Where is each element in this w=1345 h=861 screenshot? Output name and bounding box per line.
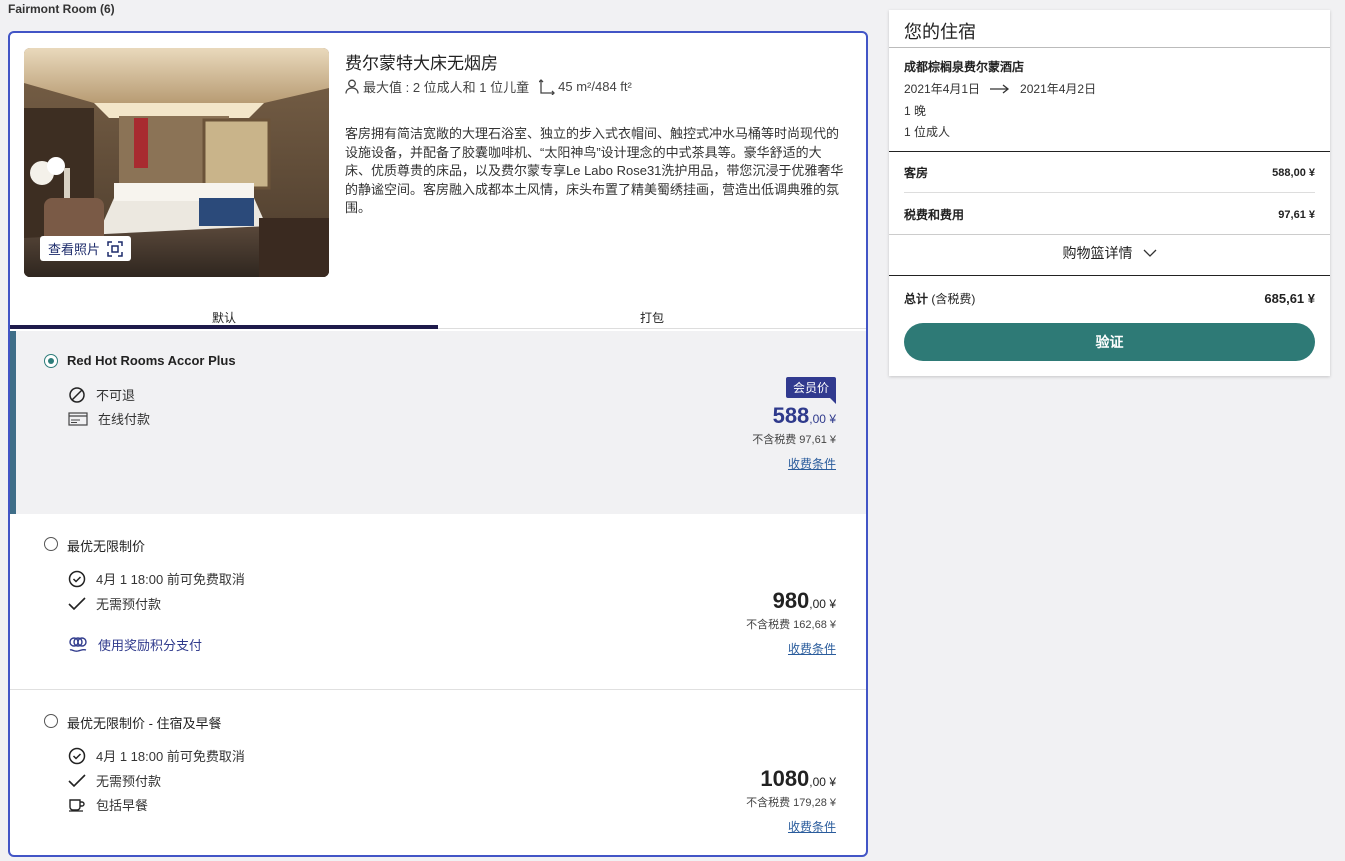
card-icon bbox=[68, 411, 88, 426]
checkin-date: 2021年4月1日 bbox=[904, 82, 981, 96]
rate-option-best-flexible-breakfast[interactable]: 最优无限制价 - 住宿及早餐 4月 1 18:00 前可免费取消 无需预付款 包… bbox=[10, 690, 866, 855]
room-card: 查看照片 费尔蒙特大床无烟房 最大值 : 2 位成人和 1 位儿童 45 m²/… bbox=[8, 31, 868, 857]
rate-price: 588,00 ¥ 不含税费 97,61 ¥ 收费条件 bbox=[752, 403, 836, 472]
divider bbox=[889, 234, 1330, 235]
divider bbox=[889, 47, 1330, 48]
stay-title: 您的住宿 bbox=[904, 22, 976, 42]
terms-link[interactable]: 收费条件 bbox=[746, 640, 836, 657]
rate-radio[interactable] bbox=[44, 537, 58, 551]
hotel-name: 成都棕榈泉费尔蒙酒店 bbox=[904, 60, 1025, 74]
tax-row: 税费和费用 97,61 ¥ bbox=[904, 208, 1315, 222]
divider bbox=[904, 192, 1315, 193]
chevron-down-icon bbox=[1143, 249, 1156, 257]
feature-online-payment: 在线付款 bbox=[68, 409, 150, 428]
rate-name: Red Hot Rooms Accor Plus bbox=[67, 353, 236, 368]
stay-summary-panel: 您的住宿 成都棕榈泉费尔蒙酒店 2021年4月1日 2021年4月2日 1 晚 … bbox=[889, 10, 1330, 376]
expand-icon bbox=[107, 240, 123, 257]
divider bbox=[889, 275, 1330, 276]
room-size-text: 45 m²/484 ft² bbox=[558, 79, 632, 94]
feature-breakfast: 包括早餐 bbox=[68, 795, 148, 814]
rate-option-best-flexible[interactable]: 最优无限制价 4月 1 18:00 前可免费取消 无需预付款 使用奖励积分支付 bbox=[10, 514, 866, 690]
stay-dates: 2021年4月1日 2021年4月2日 bbox=[904, 80, 1096, 97]
room-meta: 最大值 : 2 位成人和 1 位儿童 45 m²/484 ft² bbox=[345, 77, 632, 96]
divider bbox=[889, 151, 1330, 152]
feature-no-prepayment: 无需预付款 bbox=[68, 594, 161, 613]
rate-price: 1080,00 ¥ 不含税费 179,28 ¥ 收费条件 bbox=[746, 766, 836, 835]
nights-count: 1 晚 bbox=[904, 104, 927, 118]
cart-details-toggle[interactable]: 购物篮详情 bbox=[889, 243, 1330, 263]
rewards-icon bbox=[69, 636, 87, 652]
view-photos-label: 查看照片 bbox=[48, 242, 101, 257]
rate-radio[interactable] bbox=[44, 714, 58, 728]
room-description: 客房拥有简洁宽敞的大理石浴室、独立的步入式衣帽间、触控式冲水马桶等时尚现代的设施… bbox=[345, 126, 844, 215]
check-icon bbox=[68, 596, 86, 610]
clock-check-icon bbox=[68, 747, 86, 764]
member-price-badge: 会员价 bbox=[785, 377, 837, 404]
rate-price: 980,00 ¥ 不含税费 162,68 ¥ 收费条件 bbox=[746, 588, 836, 657]
rate-name: 最优无限制价 bbox=[67, 539, 146, 554]
check-icon bbox=[68, 773, 86, 787]
guests-count: 1 位成人 bbox=[904, 125, 951, 139]
tab-default[interactable]: 默认 bbox=[10, 304, 438, 329]
rate-tabs: 默认 打包 bbox=[10, 304, 866, 329]
breakfast-icon bbox=[69, 798, 85, 812]
room-name: 费尔蒙特大床无烟房 bbox=[345, 54, 498, 73]
total-row: 总计 (含税费) 685,61 ¥ bbox=[904, 291, 1315, 306]
occupancy-text: 最大值 : 2 位成人和 1 位儿童 bbox=[363, 80, 530, 95]
person-icon bbox=[345, 79, 359, 94]
terms-link[interactable]: 收费条件 bbox=[752, 455, 836, 472]
feature-free-cancel: 4月 1 18:00 前可免费取消 bbox=[68, 569, 245, 588]
rate-name: 最优无限制价 - 住宿及早餐 bbox=[67, 716, 222, 731]
clock-check-icon bbox=[68, 570, 86, 587]
terms-link[interactable]: 收费条件 bbox=[746, 818, 836, 835]
view-photos-button[interactable]: 查看照片 bbox=[40, 236, 132, 261]
section-title: Fairmont Room (6) bbox=[8, 2, 115, 16]
room-photo[interactable]: 查看照片 bbox=[24, 48, 329, 277]
rate-radio[interactable] bbox=[44, 354, 58, 368]
feature-free-cancel: 4月 1 18:00 前可免费取消 bbox=[68, 746, 245, 765]
tab-package[interactable]: 打包 bbox=[438, 304, 866, 328]
verify-button[interactable]: 验证 bbox=[904, 323, 1315, 361]
room-price-row: 客房 588,00 ¥ bbox=[904, 166, 1315, 180]
room-size-icon bbox=[539, 78, 556, 95]
no-refund-icon bbox=[69, 386, 85, 403]
feature-no-refund: 不可退 bbox=[68, 385, 135, 404]
arrow-right-icon bbox=[990, 83, 1010, 94]
feature-rewards-points: 使用奖励积分支付 bbox=[68, 635, 202, 654]
feature-no-prepayment: 无需预付款 bbox=[68, 771, 161, 790]
checkout-date: 2021年4月2日 bbox=[1020, 82, 1097, 96]
rate-option-red-hot[interactable]: Red Hot Rooms Accor Plus 不可退 在线付款 会员价 58… bbox=[10, 331, 866, 514]
